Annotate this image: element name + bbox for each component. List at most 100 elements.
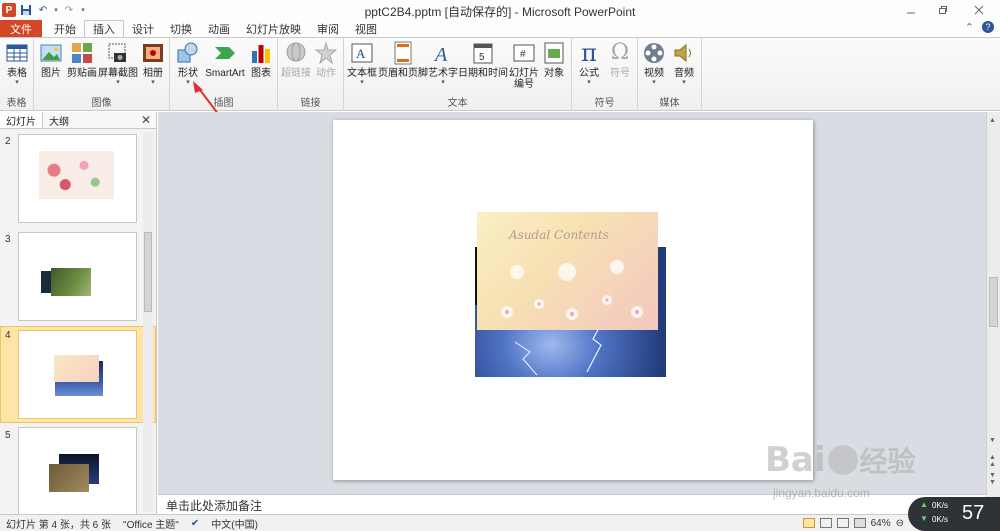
slides-pane: 幻灯片 大纲 ✕ 2 3 4 5 (0, 112, 157, 516)
scrollbar-thumb[interactable] (144, 232, 152, 312)
table-icon (6, 44, 28, 62)
group-label-image: 图像 (91, 98, 112, 109)
slide-number-button[interactable]: # 幻灯片 编号 (508, 41, 540, 90)
wordart-button[interactable]: A 艺术字 ▾ (428, 41, 458, 87)
chevron-down-icon: ▾ (441, 79, 445, 86)
table-button[interactable]: 表格 ▾ (5, 41, 29, 87)
watermark-brand: Bai (765, 440, 826, 480)
reading-view-icon[interactable] (836, 518, 849, 528)
tab-view[interactable]: 视图 (347, 20, 385, 37)
brown-image (49, 464, 89, 492)
tab-review[interactable]: 审阅 (309, 20, 347, 37)
zoom-level[interactable]: 64% (871, 518, 891, 529)
tab-outline[interactable]: 大纲 (43, 112, 75, 128)
gauge-value: 57 (962, 502, 985, 524)
tab-transitions[interactable]: 切换 (162, 20, 200, 37)
picture-button[interactable]: 图片 (38, 41, 64, 79)
equation-button[interactable]: π 公式 ▾ (575, 41, 603, 87)
close-window-icon[interactable] (966, 0, 992, 20)
tab-design[interactable]: 设计 (124, 20, 162, 37)
hyperlink-button[interactable]: 超链接 (281, 41, 311, 79)
slideshow-view-icon[interactable] (853, 518, 866, 528)
album-button[interactable]: 相册 ▾ (140, 41, 166, 87)
film-reel-icon (644, 43, 664, 63)
slide-number: 5 (5, 430, 11, 441)
group-label-link: 链接 (300, 98, 321, 109)
watermark-url: jingyan.baidu.com (773, 486, 870, 500)
scrollbar-thumb[interactable] (989, 277, 998, 327)
clipart-button[interactable]: 剪贴画 (66, 41, 98, 79)
bar-chart-icon (252, 45, 270, 63)
slide-sorter-icon[interactable] (819, 518, 832, 528)
tab-home[interactable]: 开始 (46, 20, 84, 37)
current-slide[interactable]: Asudal Contents (333, 120, 813, 480)
previous-slide-icon[interactable]: ▲ ▲ (989, 454, 996, 468)
chevron-down-icon: ▾ (15, 79, 19, 86)
restore-icon[interactable] (930, 0, 956, 20)
pi-icon: π (581, 39, 597, 67)
language-status[interactable]: 中文(中国) (205, 516, 264, 531)
up-arrow-icon: ▲ (920, 500, 928, 509)
svg-text:5: 5 (479, 52, 485, 63)
chevron-down-icon: ▾ (116, 79, 120, 86)
svg-text:A: A (433, 44, 448, 65)
omega-icon: Ω (610, 40, 630, 65)
group-symbol: π 公式 ▾ Ω 符号 符号 (572, 38, 638, 111)
svg-text:#: # (520, 49, 526, 60)
audio-button[interactable]: 音频 ▾ (670, 41, 698, 87)
slide-number: 4 (5, 330, 11, 341)
group-media: 视频 ▾ 音频 ▾ 媒体 (638, 38, 702, 111)
editor-vertical-scrollbar[interactable]: ▲ ▼ ▲ ▲ ▼ ▼ (986, 112, 1000, 512)
slide-count-status: 幻灯片 第 4 张，共 6 张 (6, 519, 112, 531)
smartart-icon (215, 47, 235, 59)
calendar-icon: 5 (473, 43, 493, 64)
status-bar: 幻灯片 第 4 张，共 6 张 "Office 主题" ✔ 中文(中国) 64%… (0, 514, 1000, 531)
tab-animations[interactable]: 动画 (200, 20, 238, 37)
tab-insert[interactable]: 插入 (84, 20, 124, 37)
baidu-paw-icon (827, 445, 858, 475)
ribbon-tabs: 文件 开始 插入 设计 切换 动画 幻灯片放映 审阅 视图 (0, 20, 1000, 37)
textbox-button[interactable]: A 文本框 ▾ (346, 41, 378, 87)
screenshot-icon (108, 43, 126, 62)
close-pane-icon[interactable]: ✕ (141, 113, 151, 127)
chevron-down-icon: ▾ (587, 79, 591, 86)
video-button[interactable]: 视频 ▾ (640, 41, 668, 87)
slide-thumbnail-4[interactable] (18, 330, 137, 419)
chart-button[interactable]: 图表 (248, 41, 274, 79)
zoom-out-icon[interactable]: ⊖ (896, 518, 904, 529)
floral-image (39, 151, 114, 199)
scroll-up-icon[interactable]: ▲ (989, 117, 996, 124)
spellcheck-icon[interactable]: ✔ (185, 518, 205, 529)
smartart-button[interactable]: SmartArt (203, 41, 247, 79)
slide-thumbnail-3[interactable] (18, 232, 137, 321)
green-image (51, 268, 91, 296)
datetime-button[interactable]: 5 日期和时间 (458, 41, 508, 79)
next-slide-icon[interactable]: ▼ ▼ (989, 472, 996, 486)
action-button[interactable]: 动作 (313, 41, 339, 79)
slide-thumbnail-5[interactable] (18, 427, 137, 516)
help-icon[interactable]: ? (982, 21, 994, 33)
slide-number: 2 (5, 136, 11, 147)
group-label-table: 表格 (6, 98, 27, 109)
theme-status[interactable]: "Office 主题" (117, 516, 185, 531)
header-footer-button[interactable]: 页眉和页脚 (378, 41, 428, 79)
slides-pane-scrollbar[interactable] (143, 132, 153, 512)
object-button[interactable]: 对象 (540, 41, 568, 79)
slide-thumbnail-2[interactable] (18, 134, 137, 223)
symbol-button[interactable]: Ω 符号 (606, 40, 634, 80)
down-arrow-icon: ▼ (920, 514, 928, 523)
speaker-icon (674, 43, 691, 63)
pastel-floral-picture[interactable]: Asudal Contents (477, 212, 658, 330)
network-speed-widget[interactable]: 0K/s 0K/s 57 ▲ ▼ (908, 497, 1000, 531)
tab-file[interactable]: 文件 (0, 20, 42, 37)
tab-slides[interactable]: 幻灯片 (0, 112, 43, 128)
scroll-down-icon[interactable]: ▼ (989, 437, 996, 444)
minimize-icon[interactable] (898, 0, 924, 20)
object-icon (544, 42, 564, 64)
tab-slideshow[interactable]: 幻灯片放映 (238, 20, 309, 37)
screenshot-button[interactable]: 屏幕截图 ▾ (98, 41, 138, 87)
title-bar: P ↶ ▾ ↷ ▾ pptC2B4.pptm [自动保存的] - Microso… (0, 0, 1000, 20)
clipart-icon (72, 43, 92, 63)
collapse-ribbon-icon[interactable]: ⌃ (965, 21, 974, 34)
normal-view-icon[interactable] (802, 518, 815, 528)
